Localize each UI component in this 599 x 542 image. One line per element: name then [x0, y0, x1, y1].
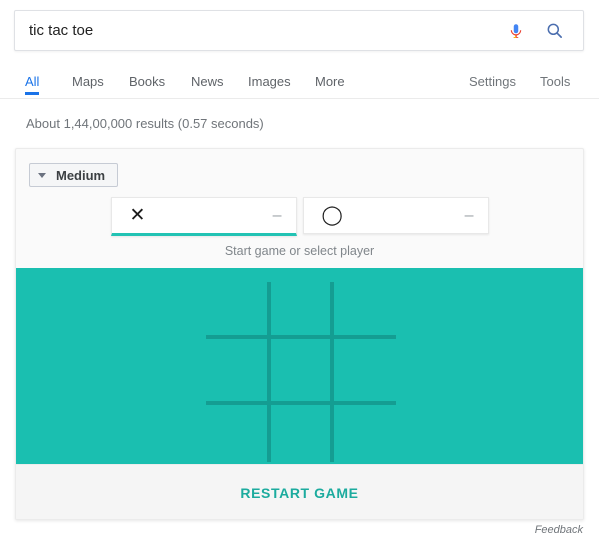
board-cell-4[interactable] [271, 339, 330, 401]
nav-tabs: All Maps Books News Images More Settings… [0, 68, 599, 99]
restart-game-button[interactable]: RESTART GAME [16, 464, 583, 519]
search-bar[interactable] [14, 10, 584, 51]
tic-tac-toe-game-card: Medium ✕ – ◯ – Start game or select play… [15, 148, 584, 520]
settings-link[interactable]: Settings [469, 68, 516, 96]
player-o-score: – [464, 206, 474, 224]
search-icon[interactable] [537, 11, 571, 50]
tab-all[interactable]: All [25, 68, 40, 95]
board-cell-5[interactable] [334, 339, 396, 401]
tab-images[interactable]: Images [248, 68, 291, 96]
board-cell-0[interactable] [206, 282, 267, 335]
difficulty-dropdown[interactable]: Medium [29, 163, 119, 187]
tab-books[interactable]: Books [129, 68, 165, 96]
restart-game-label: RESTART GAME [240, 485, 359, 501]
players-row: ✕ – ◯ – [16, 197, 583, 236]
difficulty-label: Medium [56, 167, 106, 183]
result-stats: About 1,44,00,000 results (0.57 seconds) [26, 116, 264, 131]
player-o-mark: ◯ [321, 205, 343, 226]
board-cell-1[interactable] [271, 282, 330, 335]
board-cell-7[interactable] [271, 405, 330, 462]
game-board[interactable] [16, 268, 583, 464]
tab-news[interactable]: News [191, 68, 224, 96]
microphone-icon[interactable] [499, 11, 533, 50]
player-x-score: – [272, 206, 282, 224]
player-o-card[interactable]: ◯ – [302, 197, 489, 234]
feedback-link[interactable]: Feedback [535, 524, 583, 536]
game-status-text: Start game or select player [224, 244, 375, 258]
board-cell-8[interactable] [334, 405, 396, 462]
player-x-card[interactable]: ✕ – [110, 197, 297, 236]
board-cell-2[interactable] [334, 282, 396, 335]
tools-link[interactable]: Tools [540, 68, 570, 96]
player-x-mark: ✕ [129, 205, 146, 226]
tab-more[interactable]: More [315, 68, 345, 96]
tab-maps[interactable]: Maps [72, 68, 104, 96]
chevron-down-icon [38, 172, 46, 178]
search-input[interactable] [15, 11, 499, 50]
board-cell-6[interactable] [206, 405, 267, 462]
board-cell-3[interactable] [206, 339, 267, 401]
